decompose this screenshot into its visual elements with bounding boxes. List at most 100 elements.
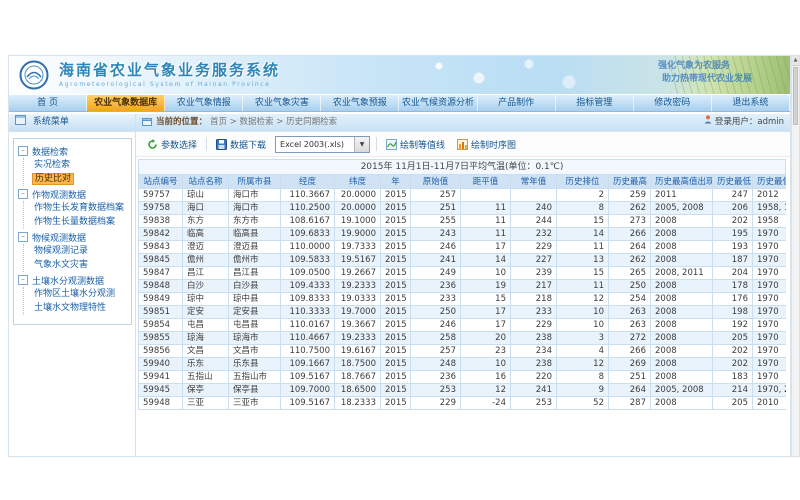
table-cell: 12	[461, 384, 511, 397]
table-cell: 254	[609, 293, 651, 306]
collapse-icon[interactable]: –	[18, 275, 28, 285]
table-cell: 232	[511, 228, 557, 241]
table-row-0[interactable]: 59757琼山海口市110.366720.0000201525722592011…	[139, 189, 787, 202]
table-cell: 192	[713, 319, 753, 332]
breadcrumb[interactable]: 首页 > 数据检索 > 历史同期检索	[210, 114, 337, 131]
table-header-7: 距平值	[461, 175, 511, 189]
table-row-10[interactable]: 59854屯昌屯昌县110.016719.3667201524617229102…	[139, 319, 787, 332]
table-cell: 海口	[183, 202, 229, 215]
table-row-3[interactable]: 59842临高临高县109.683319.9000201524311232142…	[139, 228, 787, 241]
nav-tab-2[interactable]: 农业气象情报	[165, 95, 243, 111]
table-cell: 247	[713, 189, 753, 202]
table-cell: 20.0000	[335, 189, 381, 202]
draw-isoline-button[interactable]: 绘制等值线	[383, 136, 448, 153]
tree-group-3[interactable]: –土壤水分观测数据	[18, 273, 129, 287]
table-cell: 238	[511, 358, 557, 371]
table-cell: 183	[713, 371, 753, 384]
table-row-9[interactable]: 59851定安定安县110.333319.7000201525017233102…	[139, 306, 787, 319]
table-cell: 11	[461, 215, 511, 228]
table-row-12[interactable]: 59856文昌文昌市110.750019.6167201525723234426…	[139, 345, 787, 358]
tree-item-2-0[interactable]: 物候观测记录	[32, 244, 129, 258]
table-row-4[interactable]: 59843澄迈澄迈县110.000019.7333201524617229112…	[139, 241, 787, 254]
tree-item-2-1[interactable]: 气象水文灾害	[32, 258, 129, 272]
table-cell: 17	[461, 241, 511, 254]
nav-tab-1[interactable]: 农业气象数据库	[87, 95, 165, 111]
tree-group-label: 作物观测数据	[32, 188, 86, 201]
table-row-5[interactable]: 59845儋州儋州市109.583319.5167201524114227132…	[139, 254, 787, 267]
table-cell: 59845	[139, 254, 183, 267]
table-cell: 2008	[651, 306, 713, 319]
scrollbar-thumb[interactable]	[793, 67, 798, 125]
table-cell: 2015	[381, 397, 411, 410]
table-cell: 109.5167	[281, 371, 335, 384]
table-cell: 19.7333	[335, 241, 381, 254]
table-row-7[interactable]: 59848白沙白沙县109.433319.2333201523619217112…	[139, 280, 787, 293]
table-cell: 2015	[381, 202, 411, 215]
table-row-8[interactable]: 59849琼中琼中县109.833319.0333201523315218122…	[139, 293, 787, 306]
collapse-icon[interactable]: –	[18, 146, 28, 156]
collapse-icon[interactable]: –	[18, 189, 28, 199]
table-cell: 13	[557, 254, 609, 267]
tree-item-1-0[interactable]: 作物生长发育数据档案	[32, 201, 129, 215]
nav-tab-7[interactable]: 指标管理	[556, 95, 634, 111]
tree-item-0-0[interactable]: 实况检索	[32, 158, 129, 172]
table-row-1[interactable]: 59758海口海口市110.250020.0000201525111240826…	[139, 202, 787, 215]
nav-tab-4[interactable]: 农业气象预报	[321, 95, 399, 111]
tree-item-0-1[interactable]: 历史比对	[32, 172, 129, 186]
nav-tab-9[interactable]: 退出系统	[712, 95, 790, 111]
table-row-2[interactable]: 59838东方东方市108.616719.1000201525511244152…	[139, 215, 787, 228]
table-row-17[interactable]: 59951万宁万宁市110.366718.8000201525613243927…	[139, 410, 787, 411]
nav-tab-8[interactable]: 修改密码	[634, 95, 712, 111]
table-cell: 110.3667	[281, 410, 335, 411]
table-row-6[interactable]: 59847昌江昌江县109.050019.2667201524910239152…	[139, 267, 787, 280]
tree-group-0[interactable]: –数据检索	[18, 144, 129, 158]
page-scrollbar[interactable]: ▲	[791, 55, 800, 457]
nav-tab-0[interactable]: 首 页	[9, 95, 87, 111]
nav-tab-3[interactable]: 农业气象灾害	[243, 95, 321, 111]
table-row-16[interactable]: 59948三亚三亚市109.516718.23332015229-2425352…	[139, 397, 787, 410]
nav-tab-5[interactable]: 农业气候资源分析	[399, 95, 477, 111]
table-cell: 202	[713, 345, 753, 358]
table-cell	[511, 189, 557, 202]
table-cell: 229	[511, 241, 557, 254]
download-format-select[interactable]: Excel 2003(.xls) ▼	[275, 136, 370, 153]
breadcrumb-prefix: 当前的位置：	[156, 114, 207, 131]
table-cell: 19.7000	[335, 306, 381, 319]
table-row-13[interactable]: 59940乐东乐东县109.166718.7500201524810238122…	[139, 358, 787, 371]
tree-item-3-1[interactable]: 土壤水文物理特性	[32, 301, 129, 315]
table-header-8: 常年值	[511, 175, 557, 189]
table-cell: 109.6833	[281, 228, 335, 241]
table-cell: 2015	[381, 189, 411, 202]
table-cell: 2008	[651, 228, 713, 241]
nav-tab-6[interactable]: 产品制作	[478, 95, 556, 111]
tree-item-3-0[interactable]: 作物区土壤水分观测	[32, 287, 129, 301]
tree-group-1[interactable]: –作物观测数据	[18, 187, 129, 201]
collapse-icon[interactable]: –	[18, 232, 28, 242]
tree-item-1-1[interactable]: 作物生长量数据档案	[32, 215, 129, 229]
table-cell: 273	[609, 410, 651, 411]
scroll-up-icon[interactable]: ▲	[792, 56, 799, 66]
data-download-button[interactable]: 数据下载	[213, 136, 269, 153]
table-header-0: 站点编号	[139, 175, 183, 189]
table-cell: 儋州	[183, 254, 229, 267]
table-row-11[interactable]: 59855琼海琼海市110.466719.2333201525820238327…	[139, 332, 787, 345]
table-cell: 241	[411, 254, 461, 267]
table-cell: 249	[411, 267, 461, 280]
bar-chart-icon	[457, 139, 468, 150]
table-cell: 2008	[651, 241, 713, 254]
tree-group-2[interactable]: –物候观测数据	[18, 230, 129, 244]
table-cell: 1970, 2000	[753, 384, 787, 397]
chevron-down-icon[interactable]: ▼	[354, 137, 369, 152]
table-row-14[interactable]: 59941五指山五指山市109.516718.76672015236162208…	[139, 371, 787, 384]
table-cell: 218	[511, 293, 557, 306]
table-cell: 23	[461, 345, 511, 358]
table-cell: 2008	[651, 345, 713, 358]
table-cell: 1970	[753, 254, 787, 267]
table-cell: 东方	[183, 215, 229, 228]
table-header-13: 历史最低值出现年份	[753, 175, 787, 189]
table-cell: 233	[411, 293, 461, 306]
param-select-button[interactable]: 参数选择	[144, 136, 200, 153]
table-cell: 海口市	[229, 202, 281, 215]
table-row-15[interactable]: 59945保亭保亭县109.700018.6500201525312241926…	[139, 384, 787, 397]
draw-timeseries-button[interactable]: 绘制时序图	[454, 136, 519, 153]
